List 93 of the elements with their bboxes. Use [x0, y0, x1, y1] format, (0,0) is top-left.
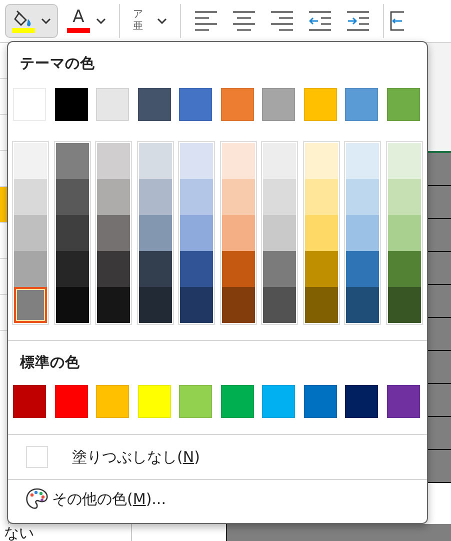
color-swatch[interactable] [14, 251, 47, 287]
color-swatch[interactable] [138, 251, 172, 287]
color-swatch[interactable] [138, 215, 172, 251]
color-swatch[interactable] [304, 287, 338, 323]
sheet-cell [428, 318, 451, 351]
color-swatch[interactable] [388, 251, 420, 287]
sheet-cell [428, 417, 451, 450]
color-swatch[interactable] [386, 88, 420, 121]
sheet-cell [428, 153, 451, 186]
color-swatch[interactable] [179, 385, 212, 418]
color-swatch[interactable] [97, 215, 130, 251]
color-swatch[interactable] [304, 179, 338, 215]
color-swatch[interactable] [388, 179, 420, 215]
color-swatch[interactable] [14, 215, 47, 251]
sheet-cell [428, 186, 451, 219]
color-swatch[interactable] [97, 179, 130, 215]
color-swatch[interactable] [180, 215, 213, 251]
color-swatch[interactable] [138, 179, 172, 215]
empty-swatch-icon [26, 446, 48, 468]
color-swatch[interactable] [56, 179, 88, 215]
color-swatch[interactable] [56, 143, 88, 179]
color-swatch[interactable] [262, 385, 295, 418]
color-swatch[interactable] [222, 287, 254, 323]
caret-icon [157, 18, 167, 24]
color-swatch[interactable] [388, 287, 420, 323]
color-swatch[interactable] [14, 143, 47, 179]
color-swatch[interactable] [346, 143, 379, 179]
color-swatch[interactable] [304, 385, 336, 418]
section-title: テーマの色 [19, 55, 96, 74]
color-swatch[interactable] [14, 287, 47, 323]
font-color-button[interactable]: A [60, 4, 113, 38]
color-swatch[interactable] [304, 88, 336, 121]
palette-icon [25, 487, 49, 511]
phonetic-button[interactable]: ア 亜 [126, 4, 174, 38]
no-fill-item[interactable]: 塗りつぶしなし(N) [26, 446, 427, 468]
more-colors-item[interactable]: その他の色(M)... [25, 487, 427, 511]
color-swatch[interactable] [263, 215, 296, 251]
color-swatch[interactable] [222, 251, 254, 287]
color-swatch[interactable] [54, 385, 88, 418]
color-swatch[interactable] [263, 287, 296, 323]
sheet-cell [428, 450, 451, 483]
color-swatch[interactable] [222, 215, 254, 251]
section-title: 標準の色 [18, 354, 81, 373]
color-swatch[interactable] [263, 143, 296, 179]
color-swatch[interactable] [138, 88, 170, 121]
color-swatch[interactable] [345, 385, 378, 418]
color-swatch[interactable] [263, 251, 296, 287]
color-swatch[interactable] [220, 88, 254, 121]
color-swatch[interactable] [179, 88, 212, 121]
color-swatch[interactable] [180, 143, 213, 179]
color-swatch[interactable] [304, 251, 338, 287]
merge-cells-icon [390, 9, 404, 33]
color-swatch[interactable] [220, 385, 254, 418]
color-swatch[interactable] [180, 251, 213, 287]
color-swatch[interactable] [346, 251, 379, 287]
sheet-cell [428, 351, 451, 384]
color-swatch[interactable] [14, 179, 47, 215]
sheet-cell [428, 252, 451, 285]
color-swatch[interactable] [54, 88, 88, 121]
color-swatch[interactable] [262, 88, 295, 121]
caret-icon [96, 18, 106, 24]
color-swatch[interactable] [138, 385, 170, 418]
color-swatch[interactable] [96, 385, 129, 418]
color-swatch[interactable] [97, 287, 130, 323]
color-swatch[interactable] [138, 287, 172, 323]
color-swatch[interactable] [56, 215, 88, 251]
color-swatch[interactable] [56, 251, 88, 287]
sheet-cell [428, 219, 451, 252]
color-swatch[interactable] [263, 179, 296, 215]
color-swatch[interactable] [346, 215, 379, 251]
color-swatch[interactable] [346, 179, 379, 215]
color-swatch[interactable] [56, 287, 88, 323]
color-swatch[interactable] [345, 88, 378, 121]
caret-icon [41, 18, 51, 24]
sheet-cell [428, 384, 451, 417]
color-swatch[interactable] [180, 287, 213, 323]
fill-color-button[interactable] [5, 4, 58, 38]
color-swatch[interactable] [388, 215, 420, 251]
color-swatch[interactable] [386, 385, 420, 418]
color-swatch[interactable] [96, 88, 129, 121]
color-swatch[interactable] [388, 143, 420, 179]
color-swatch[interactable] [304, 215, 338, 251]
color-swatch[interactable] [97, 251, 130, 287]
color-swatch[interactable] [97, 143, 130, 179]
color-swatch[interactable] [13, 385, 46, 418]
color-swatch[interactable] [138, 143, 172, 179]
sheet-cell [428, 285, 451, 318]
color-swatch[interactable] [304, 143, 338, 179]
cell-text: ない [4, 524, 34, 541]
color-swatch[interactable] [222, 143, 254, 179]
color-swatch[interactable] [180, 179, 213, 215]
color-swatch[interactable] [222, 179, 254, 215]
color-swatch[interactable] [346, 287, 379, 323]
